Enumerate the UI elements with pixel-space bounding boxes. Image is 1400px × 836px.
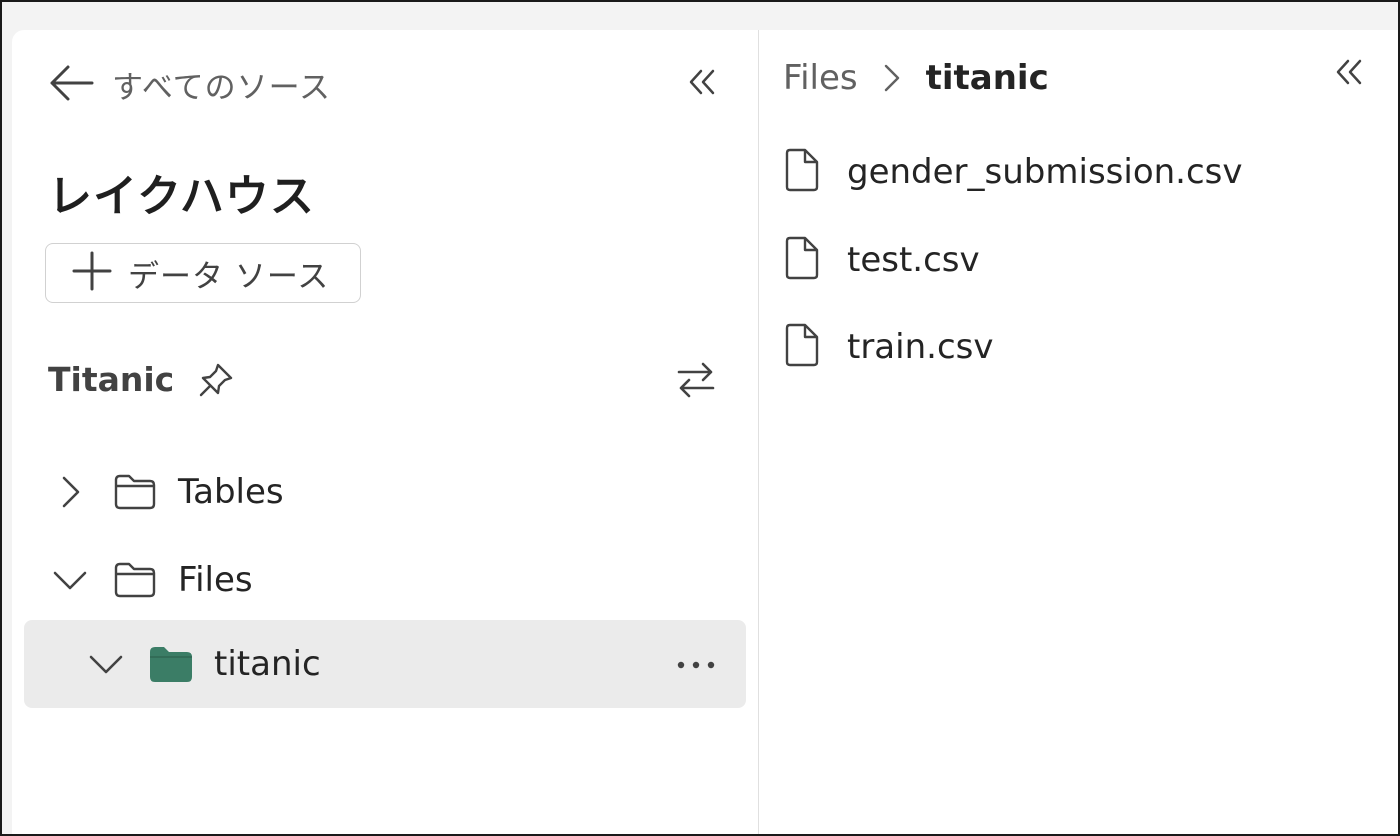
- document-icon: [783, 235, 821, 285]
- file-item[interactable]: gender_submission.csv: [783, 142, 1243, 202]
- file-name: test.csv: [847, 240, 980, 280]
- folder-outline-icon: [112, 472, 158, 512]
- add-data-source-label: データ ソース: [128, 258, 330, 295]
- folder-outline-icon: [112, 560, 158, 600]
- file-name: gender_submission.csv: [847, 152, 1243, 192]
- plus-icon: [72, 251, 112, 295]
- file-item[interactable]: test.csv: [783, 230, 980, 290]
- breadcrumb-files[interactable]: Files: [783, 58, 858, 98]
- chevron-double-left-icon: [1334, 57, 1364, 91]
- tree-item-files[interactable]: Files: [50, 536, 253, 624]
- collapse-file-list-button[interactable]: [1329, 54, 1369, 94]
- ellipsis-icon: [676, 655, 716, 674]
- add-data-source-button[interactable]: データ ソース: [45, 243, 361, 303]
- tree-item-label: Tables: [178, 472, 284, 512]
- file-list-pane: Files titanic gender_submission.csv test…: [759, 30, 1398, 834]
- chevron-right-icon: [882, 62, 902, 94]
- document-icon: [783, 322, 821, 372]
- tree-item-titanic[interactable]: titanic: [86, 620, 321, 708]
- tree-item-label: Files: [178, 560, 253, 600]
- arrows-swap-icon: [677, 360, 715, 404]
- chevron-down-icon[interactable]: [50, 560, 90, 600]
- more-options-button[interactable]: [674, 642, 718, 686]
- workspace-name: Titanic: [48, 360, 175, 399]
- explorer-pane: すべてのソース レイクハウス データ ソース Titanic Tables Fi…: [12, 30, 759, 834]
- breadcrumb-current: titanic: [925, 58, 1049, 98]
- pin-icon[interactable]: [198, 362, 234, 398]
- collapse-explorer-button[interactable]: [684, 66, 720, 102]
- arrow-left-icon: [48, 63, 94, 107]
- window-frame: すべてのソース レイクハウス データ ソース Titanic Tables Fi…: [0, 0, 1400, 836]
- tree-item-label: titanic: [214, 644, 321, 684]
- chevron-double-left-icon: [687, 67, 717, 101]
- document-icon: [783, 147, 821, 197]
- folder-filled-icon: [148, 644, 194, 684]
- file-item[interactable]: train.csv: [783, 317, 993, 377]
- workspace-header: Titanic: [48, 360, 234, 399]
- breadcrumb: Files titanic: [783, 58, 1049, 98]
- tree-item-tables[interactable]: Tables: [50, 448, 284, 536]
- back-to-all-sources-link[interactable]: すべてのソース: [48, 62, 331, 107]
- file-name: train.csv: [847, 327, 994, 367]
- panel-title: レイクハウス: [48, 171, 315, 222]
- chevron-down-icon[interactable]: [86, 644, 126, 684]
- lakehouse-explorer-panel: すべてのソース レイクハウス データ ソース Titanic Tables Fi…: [12, 30, 1398, 834]
- chevron-right-icon[interactable]: [50, 472, 90, 512]
- switch-lakehouse-button[interactable]: [674, 360, 718, 404]
- back-label: すべてのソース: [112, 70, 332, 106]
